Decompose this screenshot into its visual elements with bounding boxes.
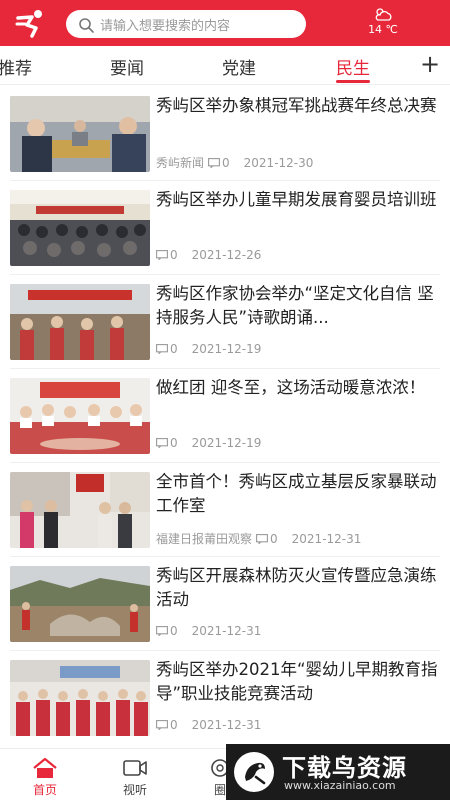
comment-count: 0 [170, 718, 178, 732]
news-meta: 0 2021-12-19 [156, 436, 261, 450]
tab-news[interactable]: 要闻 [110, 54, 144, 79]
list-divider [10, 180, 440, 181]
tab-recommend[interactable]: 推荐 [0, 54, 32, 79]
comment-icon [208, 157, 220, 168]
list-divider [10, 462, 440, 463]
news-title: 秀屿区举办象棋冠军挑战赛年终总决赛 [156, 96, 437, 115]
news-item[interactable]: 秀屿区举办象棋冠军挑战赛年终总决赛 秀屿新闻 0 2021-12-30 [10, 90, 440, 176]
watermark-url: www.xiazainiao.com [284, 779, 396, 792]
news-date: 2021-12-31 [191, 718, 262, 732]
nav-home[interactable]: 首页 [15, 757, 75, 798]
news-meta: 0 2021-12-26 [156, 248, 261, 262]
app-header: 请输入想要搜索的内容 14 ℃ [0, 0, 450, 46]
news-title: 做红团 迎冬至，这场活动暖意浓浓！ [156, 378, 426, 397]
news-thumbnail [10, 190, 150, 266]
comment-count: 0 [170, 624, 178, 638]
news-thumbnail [10, 96, 150, 172]
news-thumbnail [10, 566, 150, 642]
weather-widget[interactable]: 14 ℃ [356, 6, 410, 42]
news-meta: 福建日报莆田观察 0 2021-12-31 [156, 530, 361, 547]
search-input[interactable]: 请输入想要搜索的内容 [66, 10, 306, 38]
news-date: 2021-12-31 [291, 531, 362, 546]
news-title: 秀屿区开展森林防灭火宣传暨应急演练活动 [156, 566, 437, 609]
news-source: 福建日报莆田观察 [156, 532, 253, 546]
comment-icon [256, 533, 268, 544]
news-thumbnail [10, 472, 150, 548]
bird-logo-icon [234, 752, 274, 792]
news-meta: 0 2021-12-31 [156, 718, 261, 732]
news-title: 秀屿区举办2021年“婴幼儿早期教育指导”职业技能竞赛活动 [156, 660, 438, 703]
tab-party[interactable]: 党建 [222, 54, 256, 79]
home-icon [33, 757, 57, 778]
comment-count: 0 [270, 531, 278, 546]
tab-livelihood[interactable]: 民生 [336, 54, 370, 79]
news-date: 2021-12-26 [191, 248, 262, 262]
channel-tabs: 推荐 要闻 党建 民生 + [0, 46, 450, 85]
watermark-title: 下载鸟资源 [282, 754, 407, 782]
news-item[interactable]: 秀屿区开展森林防灭火宣传暨应急演练活动 0 2021-12-31 [10, 560, 440, 646]
add-channel-button[interactable]: + [420, 52, 440, 76]
comment-icon [156, 344, 168, 354]
news-date: 2021-12-19 [191, 342, 262, 356]
comment-count: 0 [170, 248, 178, 262]
watermark-banner: 下载鸟资源 www.xiazainiao.com [226, 744, 450, 800]
news-thumbnail [10, 284, 150, 360]
active-tab-indicator [336, 80, 370, 83]
comment-icon [156, 250, 168, 260]
news-title: 秀屿区举办儿童早期发展育婴员培训班 [156, 190, 437, 209]
list-divider [10, 368, 440, 369]
comment-count: 0 [170, 436, 178, 450]
video-icon [123, 760, 147, 776]
nav-circle-label: 圈 [213, 783, 226, 797]
list-divider [10, 556, 440, 557]
news-meta: 0 2021-12-31 [156, 624, 261, 638]
nav-home-label: 首页 [32, 783, 57, 797]
nav-video-label: 视听 [122, 783, 147, 797]
news-item[interactable]: 全市首个！秀屿区成立基层反家暴联动工作室 福建日报莆田观察 0 2021-12-… [10, 466, 440, 552]
news-title: 全市首个！秀屿区成立基层反家暴联动工作室 [156, 472, 437, 515]
list-divider [10, 274, 440, 275]
news-date: 2021-12-30 [243, 155, 314, 170]
comment-icon [156, 720, 168, 730]
news-date: 2021-12-31 [191, 624, 262, 638]
comment-count: 0 [170, 342, 178, 356]
news-meta: 秀屿新闻 0 2021-12-30 [156, 154, 313, 171]
weather-temperature: 14 ℃ [368, 23, 398, 36]
search-placeholder: 请输入想要搜索的内容 [100, 18, 231, 34]
comment-icon [156, 626, 168, 636]
news-item[interactable]: 秀屿区举办2021年“婴幼儿早期教育指导”职业技能竞赛活动 0 2021-12-… [10, 654, 440, 740]
comment-icon [156, 438, 168, 448]
news-thumbnail [10, 378, 150, 454]
news-item[interactable]: 做红团 迎冬至，这场活动暖意浓浓！ 0 2021-12-19 [10, 372, 440, 458]
news-item[interactable]: 秀屿区作家协会举办“坚定文化自信 坚持服务人民”诗歌朗诵... 0 2021-1… [10, 278, 440, 364]
news-source: 秀屿新闻 [156, 156, 205, 170]
news-date: 2021-12-19 [191, 436, 262, 450]
news-thumbnail [10, 660, 150, 736]
news-item[interactable]: 秀屿区举办儿童早期发展育婴员培训班 0 2021-12-26 [10, 184, 440, 270]
nav-video[interactable]: 视听 [105, 757, 165, 798]
news-meta: 0 2021-12-19 [156, 342, 261, 356]
search-icon [79, 18, 94, 33]
runner-logo-icon[interactable] [14, 8, 48, 38]
list-divider [10, 650, 440, 651]
cloud-sun-icon [375, 8, 392, 21]
comment-count: 0 [222, 155, 230, 170]
news-title: 秀屿区作家协会举办“坚定文化自信 坚持服务人民”诗歌朗诵... [156, 284, 434, 327]
